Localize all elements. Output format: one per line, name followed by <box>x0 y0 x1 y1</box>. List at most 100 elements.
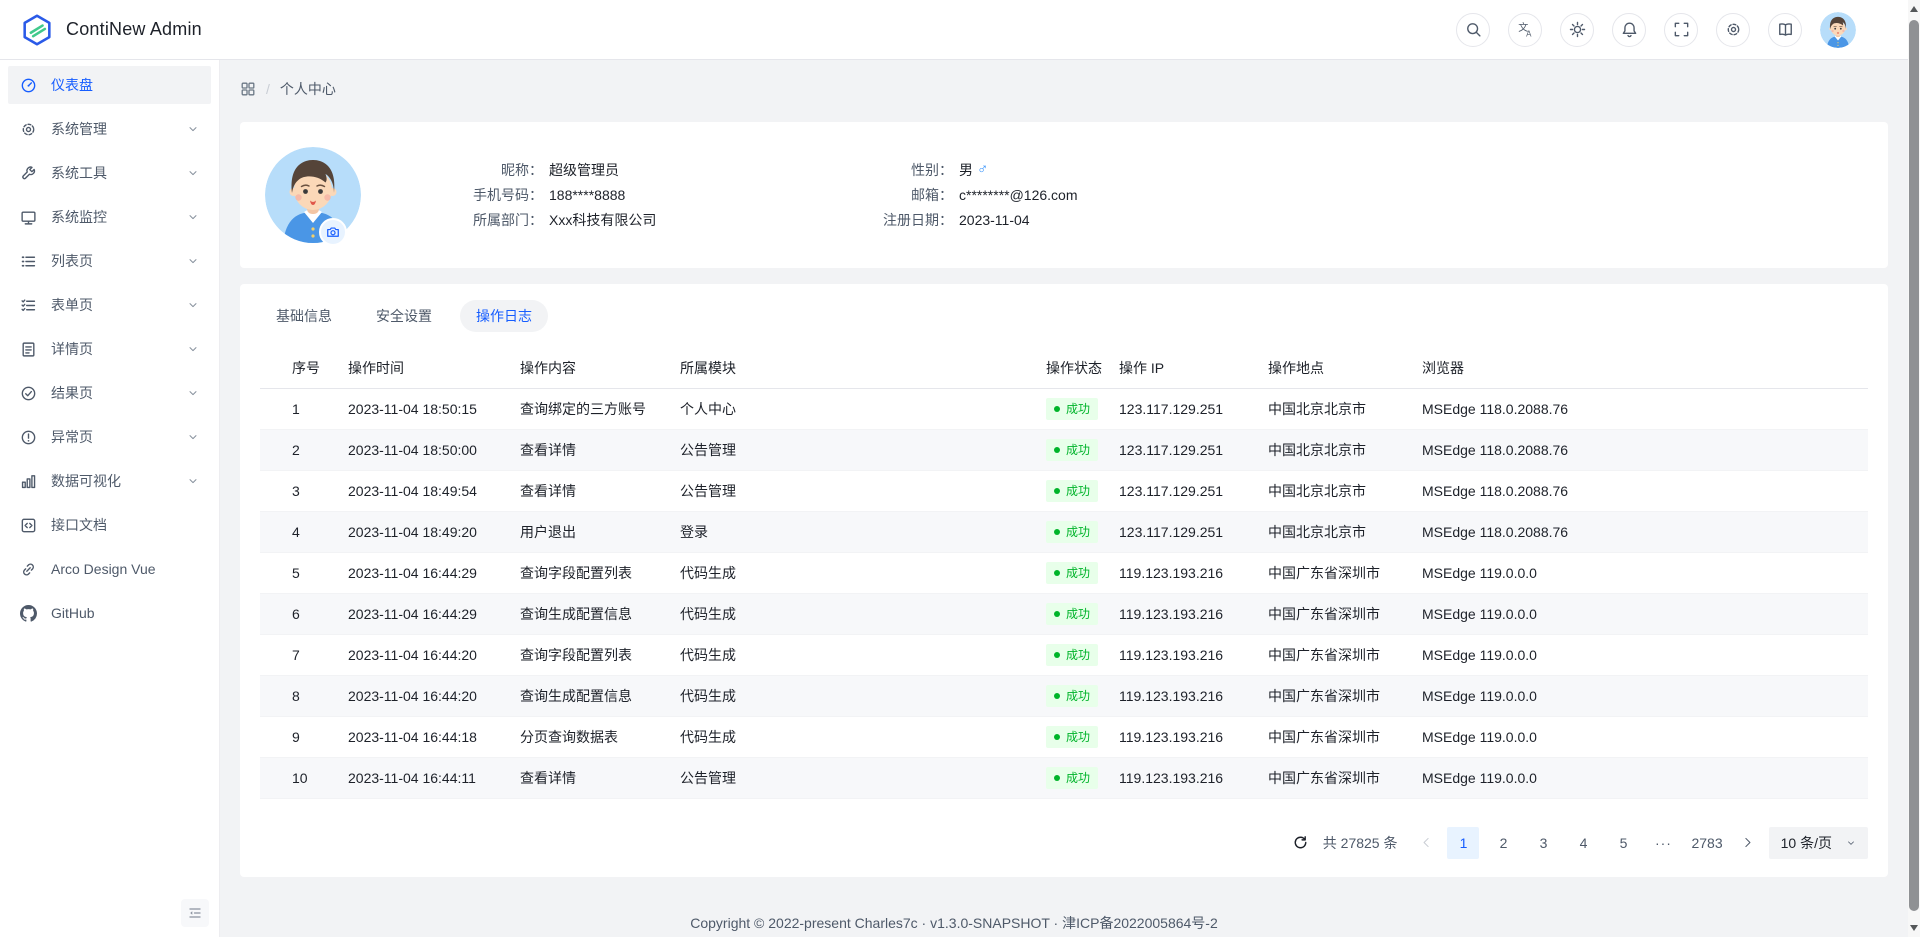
collapse-sidebar-button[interactable] <box>181 899 209 927</box>
sidebar-item-label: 结果页 <box>51 383 187 403</box>
table-cell: 查询字段配置列表 <box>520 634 680 675</box>
exception-icon <box>20 429 37 446</box>
page-button-4[interactable]: 4 <box>1567 827 1599 859</box>
chevron-down-icon <box>187 167 199 179</box>
next-page-button[interactable] <box>1735 827 1761 859</box>
breadcrumb-separator: / <box>266 81 270 97</box>
search-button[interactable] <box>1456 13 1490 47</box>
change-avatar-button[interactable] <box>319 218 347 246</box>
page-button-2783[interactable]: 2783 <box>1687 827 1726 859</box>
scrollbar-down-arrow[interactable] <box>1910 925 1918 931</box>
status-badge: 成功 <box>1046 767 1098 789</box>
table-cell: 123.117.129.251 <box>1119 470 1268 511</box>
user-avatar-button[interactable] <box>1820 12 1856 48</box>
page-footer: Copyright © 2022-present Charles7c · v1.… <box>0 913 1908 933</box>
sidebar-item-表单页[interactable]: 表单页 <box>8 286 211 324</box>
user-avatar-image <box>1820 12 1856 48</box>
status-badge: 成功 <box>1046 644 1098 666</box>
operation-log-card: 基础信息安全设置操作日志 序号操作时间操作内容所属模块操作状态操作 IP操作地点… <box>240 284 1888 877</box>
settings-button[interactable] <box>1716 13 1750 47</box>
camera-icon <box>326 225 340 239</box>
profile-field-value: c********@126.com <box>959 185 1078 205</box>
refresh-icon <box>1293 835 1308 850</box>
sidebar-item-系统管理[interactable]: 系统管理 <box>8 110 211 148</box>
sidebar-item-列表页[interactable]: 列表页 <box>8 242 211 280</box>
operation-log-table: 序号操作时间操作内容所属模块操作状态操作 IP操作地点浏览器 12023-11-… <box>260 348 1868 799</box>
table-cell: 成功 <box>1046 511 1119 552</box>
scrollbar-up-arrow[interactable] <box>1910 6 1918 12</box>
tab-操作日志[interactable]: 操作日志 <box>460 300 548 332</box>
gear-icon <box>1725 21 1742 38</box>
sidebar-item-数据可视化[interactable]: 数据可视化 <box>8 462 211 500</box>
sidebar: 仪表盘系统管理系统工具系统监控列表页表单页详情页结果页异常页数据可视化接口文档 A… <box>0 60 220 937</box>
status-dot <box>1054 775 1060 781</box>
search-icon <box>1465 21 1482 38</box>
browser-scrollbar <box>1908 0 1920 937</box>
table-row: 32023-11-04 18:49:54查看详情公告管理成功123.117.12… <box>260 470 1868 511</box>
sidebar-item-异常页[interactable]: 异常页 <box>8 418 211 456</box>
status-badge: 成功 <box>1046 521 1098 543</box>
sidebar-item-label: 接口文档 <box>51 515 199 535</box>
page-size-select[interactable]: 10 条/页 <box>1769 827 1868 859</box>
sidebar-item-GitHub[interactable]: GitHub <box>8 594 211 632</box>
tab-基础信息[interactable]: 基础信息 <box>260 300 348 332</box>
app-root: ContiNew Admin 文A <box>0 0 1920 937</box>
sidebar-item-仪表盘[interactable]: 仪表盘 <box>8 66 211 104</box>
profile-tabs: 基础信息安全设置操作日志 <box>260 300 1868 332</box>
sidebar-item-label: 系统监控 <box>51 207 187 227</box>
table-cell: 查询字段配置列表 <box>520 552 680 593</box>
status-dot <box>1054 652 1060 658</box>
table-cell: 公告管理 <box>680 429 1046 470</box>
dashboard-icon <box>20 77 37 94</box>
chevron-down-icon <box>187 211 199 223</box>
app-brand[interactable]: ContiNew Admin <box>20 13 202 47</box>
scrollbar-thumb[interactable] <box>1909 20 1919 911</box>
previous-page-button[interactable] <box>1413 827 1439 859</box>
sidebar-item-label: GitHub <box>51 605 199 621</box>
translate-button[interactable]: 文A <box>1508 13 1542 47</box>
table-cell: MSEdge 119.0.0.0 <box>1422 675 1868 716</box>
page-button-5[interactable]: 5 <box>1607 827 1639 859</box>
table-cell: MSEdge 119.0.0.0 <box>1422 634 1868 675</box>
fullscreen-button[interactable] <box>1664 13 1698 47</box>
status-text: 成功 <box>1066 769 1090 786</box>
status-badge: 成功 <box>1046 685 1098 707</box>
page-ellipsis: ··· <box>1647 827 1679 859</box>
translate-icon: 文A <box>1517 21 1534 38</box>
page-button-1[interactable]: 1 <box>1447 827 1479 859</box>
sidebar-item-详情页[interactable]: 详情页 <box>8 330 211 368</box>
profile-info: 昵称：超级管理员手机号码：188****8888所属部门：Xxx科技有限公司 性… <box>431 160 1078 230</box>
status-badge: 成功 <box>1046 480 1098 502</box>
table-cell: 119.123.193.216 <box>1119 675 1268 716</box>
sidebar-item-接口文档[interactable]: 接口文档 <box>8 506 211 544</box>
profile-field: 性别：男♂ <box>841 160 1078 180</box>
profile-field-value: 男 <box>959 160 973 180</box>
sidebar-item-Arco Design Vue[interactable]: Arco Design Vue <box>8 550 211 588</box>
table-cell: MSEdge 119.0.0.0 <box>1422 716 1868 757</box>
page-button-2[interactable]: 2 <box>1487 827 1519 859</box>
notifications-button[interactable] <box>1612 13 1646 47</box>
sidebar-item-结果页[interactable]: 结果页 <box>8 374 211 412</box>
table-row: 92023-11-04 16:44:18分页查询数据表代码生成成功119.123… <box>260 716 1868 757</box>
tab-安全设置[interactable]: 安全设置 <box>360 300 448 332</box>
profile-field: 所属部门：Xxx科技有限公司 <box>431 210 841 230</box>
apps-icon[interactable] <box>240 81 256 97</box>
profile-field-value: 188****8888 <box>549 185 625 205</box>
table-cell: 5 <box>260 552 348 593</box>
status-dot <box>1054 529 1060 535</box>
refresh-button[interactable] <box>1289 831 1313 855</box>
status-badge: 成功 <box>1046 726 1098 748</box>
docs-button[interactable] <box>1768 13 1802 47</box>
table-cell: 123.117.129.251 <box>1119 511 1268 552</box>
table-cell: MSEdge 118.0.2088.76 <box>1422 470 1868 511</box>
theme-button[interactable] <box>1560 13 1594 47</box>
sidebar-item-系统监控[interactable]: 系统监控 <box>8 198 211 236</box>
table-cell: 个人中心 <box>680 388 1046 429</box>
profile-field-label: 注册日期： <box>841 210 953 230</box>
column-header: 浏览器 <box>1422 348 1868 388</box>
profile-field: 手机号码：188****8888 <box>431 185 841 205</box>
table-cell: 成功 <box>1046 757 1119 798</box>
table-cell: MSEdge 118.0.2088.76 <box>1422 429 1868 470</box>
sidebar-item-系统工具[interactable]: 系统工具 <box>8 154 211 192</box>
page-button-3[interactable]: 3 <box>1527 827 1559 859</box>
